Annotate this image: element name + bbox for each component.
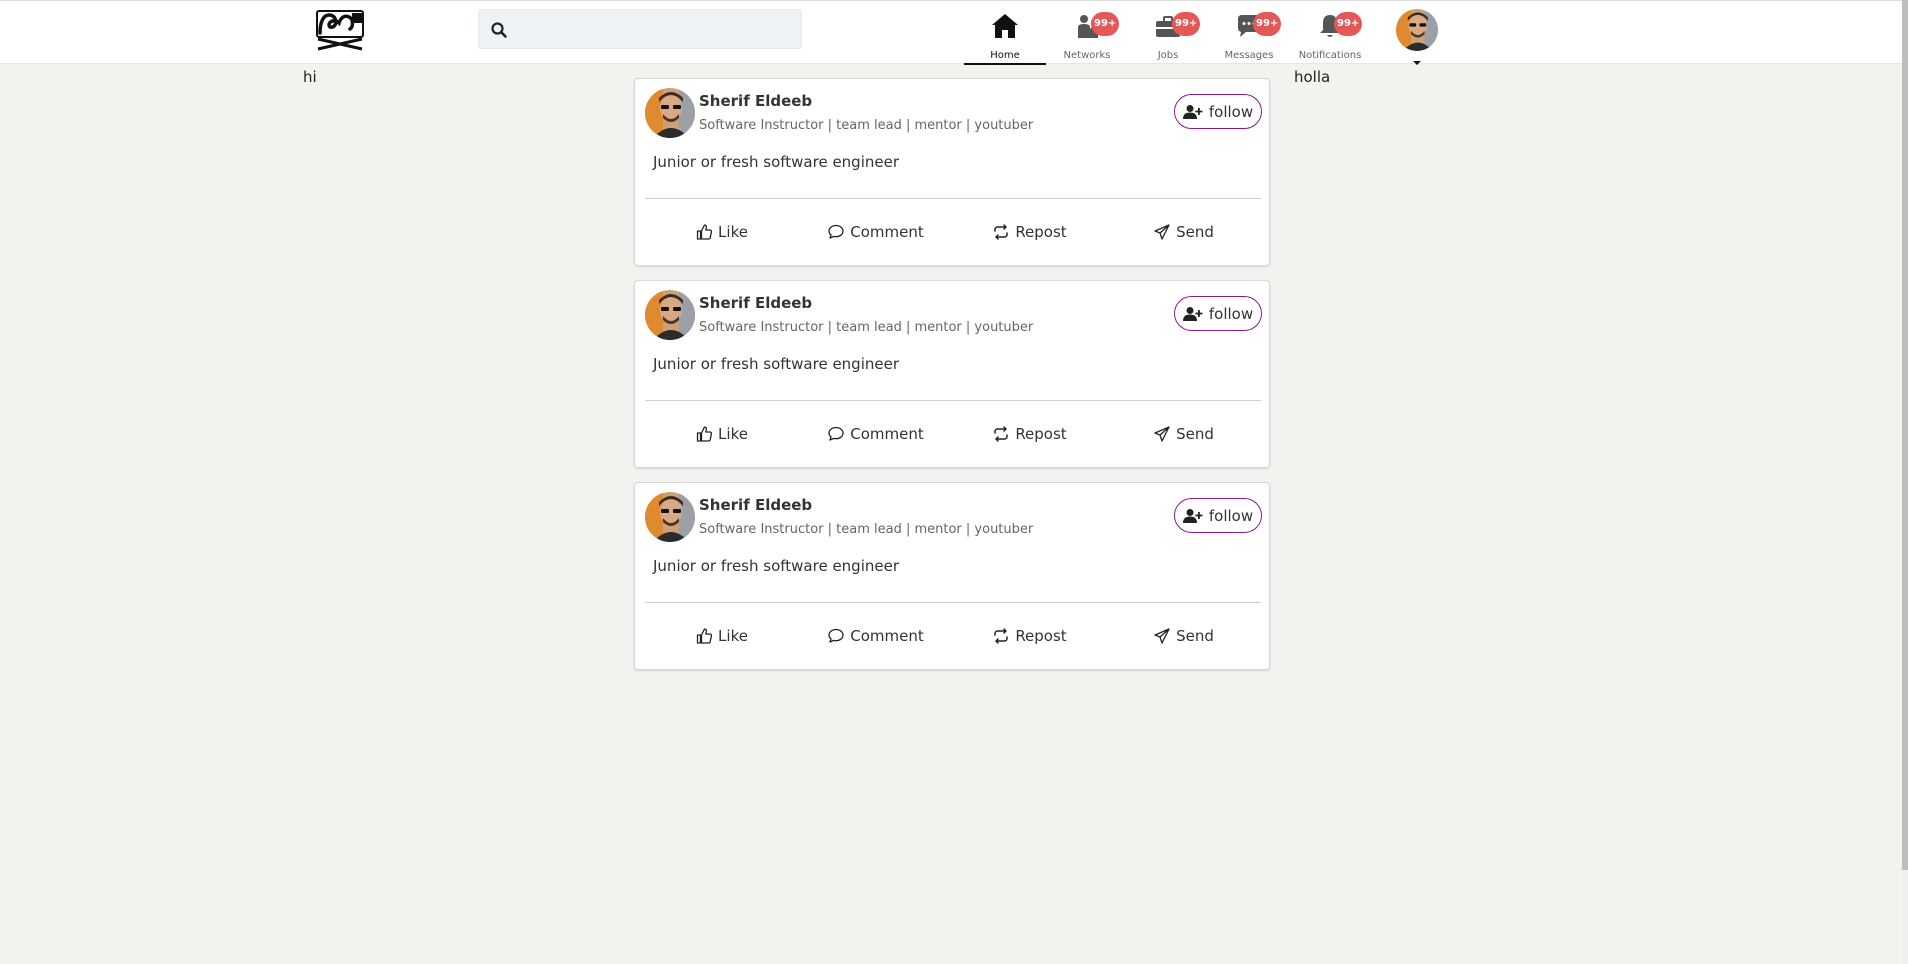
like-button[interactable]: Like — [645, 209, 799, 255]
repost-label: Repost — [1015, 627, 1067, 645]
repost-label: Repost — [1015, 223, 1067, 241]
send-button[interactable]: Send — [1107, 613, 1261, 659]
follow-button[interactable]: follow — [1174, 94, 1262, 129]
follow-button[interactable]: follow — [1174, 498, 1262, 533]
post-card: Sherif Eldeeb Software Instructor | team… — [634, 78, 1270, 266]
search-box[interactable] — [478, 9, 802, 49]
post-body: Junior or fresh software engineer — [653, 557, 900, 575]
nav-jobs-label: Jobs — [1157, 50, 1179, 61]
comment-icon — [828, 426, 844, 442]
nav-networks-label: Networks — [1063, 50, 1111, 61]
nav-networks[interactable]: 99+ Networks — [1046, 7, 1128, 65]
repost-label: Repost — [1015, 425, 1067, 443]
follow-label: follow — [1208, 102, 1254, 121]
post-actions: Like Comment Repost Send — [645, 209, 1261, 255]
divider — [645, 198, 1261, 199]
jobs-badge: 99+ — [1172, 12, 1201, 36]
add-user-icon — [1183, 508, 1203, 524]
send-label: Send — [1176, 223, 1214, 241]
nav-notifications-label: Notifications — [1298, 50, 1362, 61]
comment-label: Comment — [850, 425, 924, 443]
home-icon — [990, 11, 1020, 41]
right-sidebar-text: holla — [1294, 68, 1331, 86]
repost-button[interactable]: Repost — [953, 411, 1107, 457]
nav-home[interactable]: Home — [964, 7, 1046, 65]
repost-button[interactable]: Repost — [953, 209, 1107, 255]
send-label: Send — [1176, 627, 1214, 645]
send-icon — [1154, 224, 1170, 240]
thumbs-up-icon — [696, 224, 712, 240]
send-icon — [1154, 628, 1170, 644]
divider — [645, 400, 1261, 401]
nav-messages-label: Messages — [1224, 50, 1274, 61]
profile-menu[interactable] — [1396, 9, 1438, 65]
like-label: Like — [718, 223, 748, 241]
left-sidebar-text: hi — [303, 68, 317, 86]
follow-label: follow — [1208, 506, 1254, 525]
app-logo[interactable] — [314, 9, 366, 51]
follow-button[interactable]: follow — [1174, 296, 1262, 331]
avatar[interactable] — [645, 492, 695, 542]
post-actions: Like Comment Repost Send — [645, 411, 1261, 457]
comment-label: Comment — [850, 223, 924, 241]
follow-label: follow — [1208, 304, 1254, 323]
page-scrollbar[interactable] — [1902, 0, 1908, 964]
top-navbar: Home 99+ Networks 99+ Jobs 99+ Messages … — [0, 0, 1908, 65]
post-body: Junior or fresh software engineer — [653, 355, 900, 373]
repost-icon — [993, 628, 1009, 644]
search-icon — [489, 20, 509, 40]
avatar — [1396, 9, 1438, 51]
comment-icon — [828, 224, 844, 240]
scrollbar-thumb[interactable] — [1902, 0, 1908, 870]
nav-messages[interactable]: 99+ Messages — [1208, 7, 1290, 65]
send-button[interactable]: Send — [1107, 209, 1261, 255]
repost-button[interactable]: Repost — [953, 613, 1107, 659]
notifications-badge: 99+ — [1334, 12, 1363, 36]
comment-label: Comment — [850, 627, 924, 645]
thumbs-up-icon — [696, 628, 712, 644]
chevron-down-icon — [1412, 51, 1422, 65]
post-card: Sherif Eldeeb Software Instructor | team… — [634, 482, 1270, 670]
nav-home-label: Home — [990, 50, 1020, 61]
post-author-headline: Software Instructor | team lead | mentor… — [699, 522, 1034, 537]
like-label: Like — [718, 425, 748, 443]
nav-notifications[interactable]: 99+ Notifications — [1289, 7, 1371, 65]
post-author-name[interactable]: Sherif Eldeeb — [699, 496, 812, 514]
post-body: Junior or fresh software engineer — [653, 153, 900, 171]
comment-button[interactable]: Comment — [799, 209, 953, 255]
post-author-name[interactable]: Sherif Eldeeb — [699, 92, 812, 110]
send-icon — [1154, 426, 1170, 442]
add-user-icon — [1183, 104, 1203, 120]
post-actions: Like Comment Repost Send — [645, 613, 1261, 659]
like-button[interactable]: Like — [645, 613, 799, 659]
post-author-headline: Software Instructor | team lead | mentor… — [699, 118, 1034, 133]
post-author-name[interactable]: Sherif Eldeeb — [699, 294, 812, 312]
send-label: Send — [1176, 425, 1214, 443]
nav-jobs[interactable]: 99+ Jobs — [1127, 7, 1209, 65]
search-input[interactable] — [517, 10, 797, 48]
repost-icon — [993, 224, 1009, 240]
like-label: Like — [718, 627, 748, 645]
avatar[interactable] — [645, 290, 695, 340]
add-user-icon — [1183, 306, 1203, 322]
post-author-headline: Software Instructor | team lead | mentor… — [699, 320, 1034, 335]
messages-badge: 99+ — [1253, 12, 1282, 36]
repost-icon — [993, 426, 1009, 442]
divider — [645, 602, 1261, 603]
like-button[interactable]: Like — [645, 411, 799, 457]
post-card: Sherif Eldeeb Software Instructor | team… — [634, 280, 1270, 468]
comment-icon — [828, 628, 844, 644]
networks-badge: 99+ — [1091, 12, 1120, 36]
thumbs-up-icon — [696, 426, 712, 442]
send-button[interactable]: Send — [1107, 411, 1261, 457]
comment-button[interactable]: Comment — [799, 411, 953, 457]
comment-button[interactable]: Comment — [799, 613, 953, 659]
avatar[interactable] — [645, 88, 695, 138]
